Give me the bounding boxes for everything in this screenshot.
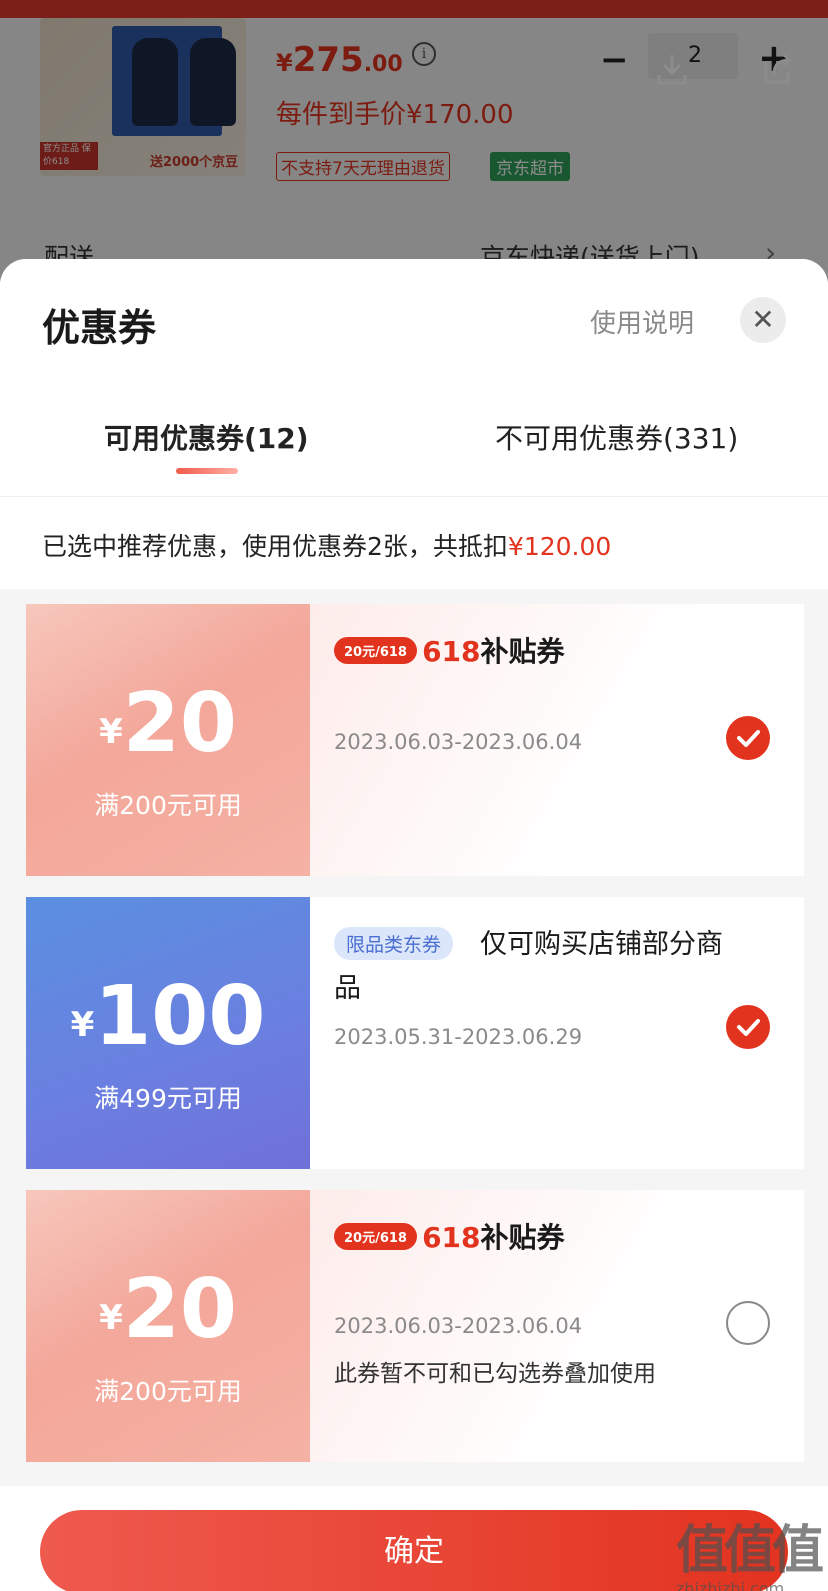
coupon-amount-value: 20 <box>122 1262 237 1357</box>
coupon-value-panel: ¥20 满200元可用 <box>26 1190 310 1462</box>
coupon-sheet: 优惠券 使用说明 ✕ 可用优惠券(12) 不可用优惠券(331) 已选中推荐优惠… <box>0 259 828 1591</box>
coupon-amount-value: 20 <box>122 676 237 771</box>
coupon-tag-title: 618补贴券 <box>422 635 564 668</box>
coupon-detail-panel: 20元/618 618补贴券 2023.06.03-2023.06.04 此券暂… <box>310 1190 804 1462</box>
coupon-category-pill: 限品类东券 <box>334 927 454 960</box>
coupon-tag-title: 618补贴券 <box>422 1221 564 1254</box>
sheet-header: 优惠券 使用说明 ✕ 可用优惠券(12) 不可用优惠券(331) <box>0 259 828 497</box>
coupon-title-line2: 品 <box>334 973 361 1004</box>
sheet-title: 优惠券 <box>42 306 157 350</box>
coupon-amount-value: 100 <box>94 969 266 1064</box>
check-icon <box>737 1019 760 1036</box>
coupon-threshold: 满499元可用 <box>94 1084 242 1113</box>
coupon-currency: ¥ <box>99 712 123 752</box>
coupon-conflict-note: 此券暂不可和已勾选券叠加使用 <box>334 1361 656 1387</box>
tab-unavailable-coupons[interactable]: 不可用优惠券(331) <box>495 417 738 457</box>
coupon-value-panel: ¥20 满200元可用 <box>26 604 310 876</box>
coupon-checkbox[interactable] <box>726 1301 770 1345</box>
coupon-title: 仅可购买店铺部分商 品 <box>334 923 744 1004</box>
coupon-threshold: 满200元可用 <box>94 1377 242 1406</box>
coupon-date: 2023.06.03-2023.06.04 <box>334 1314 583 1338</box>
coupon-amount: ¥20 <box>26 676 310 771</box>
summary-amount: ¥120.00 <box>507 532 612 561</box>
coupon-checkbox[interactable] <box>726 716 770 760</box>
coupon-value-panel: ¥100 满499元可用 <box>26 897 310 1169</box>
coupon-card[interactable]: ¥20 满200元可用 20元/618 618补贴券 2023.06.03-20… <box>26 1190 804 1462</box>
coupon-tag-red: 618 <box>422 1221 481 1254</box>
coupon-card[interactable]: ¥100 满499元可用 限品类东券 仅可购买店铺部分商 品 2023.05.3… <box>26 897 804 1169</box>
summary-prefix: 已选中推荐优惠，使用优惠券2张，共抵扣 <box>42 532 508 561</box>
coupon-amount: ¥20 <box>26 1262 310 1357</box>
watermark: 值值值 zhizhizhi.com <box>676 1508 824 1591</box>
coupon-currency: ¥ <box>70 1005 95 1045</box>
tab-available-coupons[interactable]: 可用优惠券(12) <box>104 417 309 457</box>
selection-summary: 已选中推荐优惠，使用优惠券2张，共抵扣¥120.00 <box>0 497 828 589</box>
coupon-tag-text: 补贴券 <box>480 635 565 668</box>
coupon-checkbox[interactable] <box>726 1005 770 1049</box>
usage-instructions-link[interactable]: 使用说明 <box>590 303 694 340</box>
coupon-amount: ¥100 <box>26 969 310 1064</box>
coupon-date: 2023.05.31-2023.06.29 <box>334 1025 583 1049</box>
coupon-date: 2023.06.03-2023.06.04 <box>334 730 583 754</box>
dim-overlay[interactable] <box>0 0 828 300</box>
active-tab-indicator <box>176 468 238 474</box>
close-button[interactable]: ✕ <box>740 297 786 343</box>
coupon-tag: 20元/618 618补贴券 <box>334 630 565 670</box>
coupon-currency: ¥ <box>99 1298 123 1338</box>
summary-text: 已选中推荐优惠，使用优惠券2张，共抵扣¥120.00 <box>42 527 611 563</box>
coupon-tag-pill: 20元/618 <box>334 1222 417 1250</box>
coupon-tag-red: 618 <box>422 635 481 668</box>
coupon-threshold: 满200元可用 <box>94 791 242 820</box>
coupon-tag-pill: 20元/618 <box>334 636 417 664</box>
coupon-detail-panel: 限品类东券 仅可购买店铺部分商 品 2023.05.31-2023.06.29 <box>310 897 804 1169</box>
coupon-card[interactable]: ¥20 满200元可用 20元/618 618补贴券 2023.06.03-20… <box>26 604 804 876</box>
check-icon <box>737 730 760 747</box>
coupon-tag: 20元/618 618补贴券 <box>334 1216 565 1256</box>
coupon-detail-panel: 20元/618 618补贴券 2023.06.03-2023.06.04 <box>310 604 804 876</box>
watermark-logo: 值值值 <box>676 1521 824 1581</box>
coupon-tag-text: 补贴券 <box>480 1221 565 1254</box>
coupon-title-line1: 仅可购买店铺部分商 <box>480 929 723 960</box>
